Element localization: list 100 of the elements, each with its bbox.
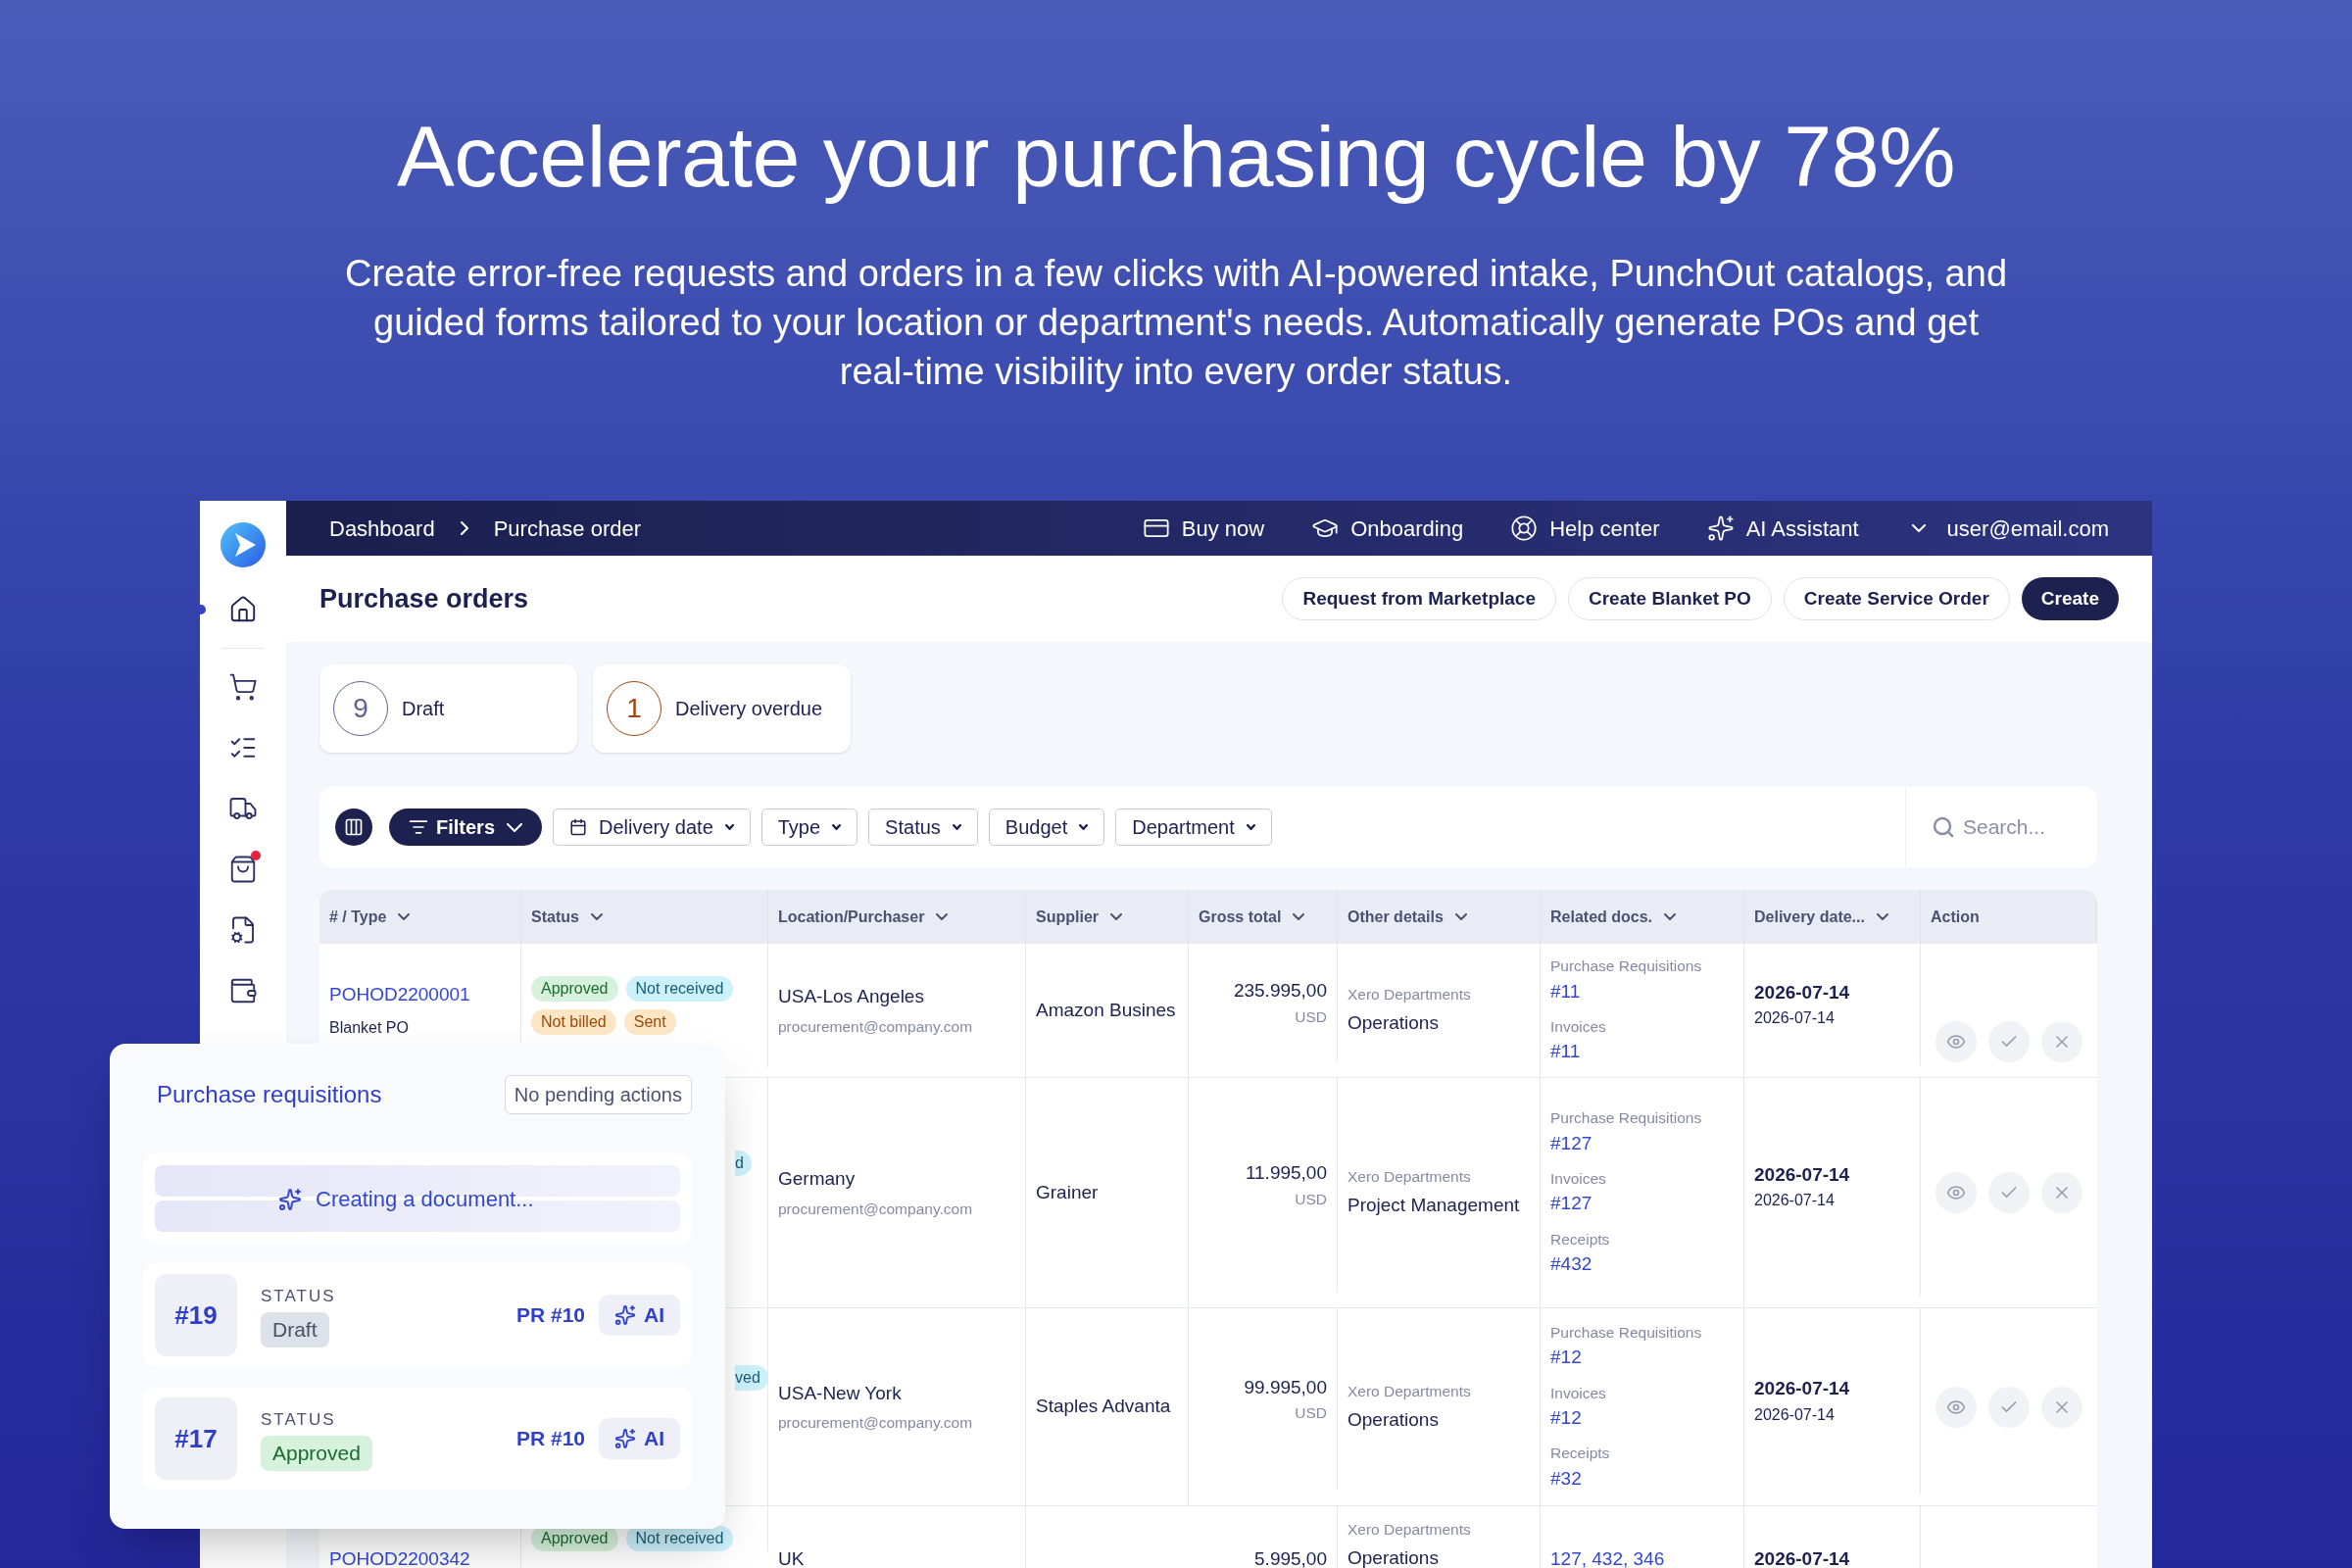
doc-link[interactable]: #432 — [1550, 1250, 1734, 1279]
sort-icon — [1110, 913, 1122, 920]
loading-message: Creating a document... — [316, 1186, 534, 1213]
order-link[interactable]: POHOD2200342 — [329, 1545, 511, 1568]
reject-button[interactable] — [2041, 1020, 2082, 1062]
column-header[interactable]: Status — [531, 905, 603, 929]
requisition-number: #19 — [155, 1274, 237, 1356]
total-amount: 11.995,00 — [1245, 1161, 1327, 1186]
doc-label: Invoices — [1550, 1169, 1607, 1190]
column-header[interactable]: Delivery date... — [1754, 905, 1888, 929]
column-header[interactable]: Related docs. — [1550, 905, 1677, 929]
department-text: Project Management — [1348, 1194, 1521, 1218]
department-text: Operations — [1348, 1546, 1440, 1568]
action-button[interactable]: Request from Marketplace — [1282, 577, 1556, 620]
delivery-date: 2026-07-14 — [1754, 1377, 1851, 1401]
user-email[interactable]: user@email.com — [1946, 512, 2109, 545]
doc-link[interactable]: #32 — [1550, 1464, 1734, 1494]
sort-icon — [936, 913, 949, 920]
stat-card[interactable]: 1 Delivery overdue — [593, 664, 851, 753]
eye-icon — [1946, 1183, 1966, 1202]
nav-link[interactable]: Buy now — [1142, 512, 1265, 545]
requisition-item[interactable]: #17 STATUS Approved PR #10 AI — [143, 1387, 692, 1491]
action-button[interactable]: Create Service Order — [1783, 577, 2010, 620]
order-link[interactable]: POHOD2200001 — [329, 980, 511, 1009]
column-header[interactable]: Gross total — [1199, 905, 1305, 929]
nav-link[interactable]: AI Assistant — [1706, 512, 1859, 545]
action-button[interactable]: Create — [2021, 577, 2119, 620]
sort-icon — [1454, 913, 1467, 920]
calendar-icon — [569, 818, 588, 836]
doc-label: Purchase Requisitions — [1550, 1322, 1703, 1343]
column-header[interactable]: Location/Purchaser — [778, 905, 949, 929]
status-label: STATUS — [261, 1408, 336, 1431]
department-text: Operations — [1348, 1011, 1440, 1036]
stat-label: Draft — [402, 697, 445, 721]
ai-button[interactable]: AI — [599, 1295, 680, 1336]
doc-link[interactable]: #12 — [1550, 1403, 1734, 1433]
pr-link[interactable]: PR #10 — [515, 1423, 585, 1454]
pending-badge: No pending actions — [504, 1075, 692, 1114]
bag-icon — [228, 855, 258, 884]
pr-link[interactable]: PR #10 — [515, 1299, 585, 1331]
doc-link[interactable]: #127 — [1550, 1190, 1734, 1218]
currency-text: USD — [1295, 1006, 1327, 1027]
caret-icon — [952, 824, 961, 830]
action-button[interactable]: Create Blanket PO — [1568, 577, 1772, 620]
columns-icon — [344, 817, 364, 837]
doc-label: Invoices — [1550, 1017, 1607, 1037]
requisition-number: #17 — [155, 1397, 237, 1480]
filter-dropdown[interactable]: Type — [760, 808, 858, 846]
columns-button[interactable] — [335, 808, 372, 846]
column-header[interactable]: # / Type — [329, 905, 411, 929]
chevron-down-icon — [507, 822, 523, 832]
delivery-date: 2026-07-14 — [1754, 1162, 1851, 1187]
ai-button[interactable]: AI — [599, 1418, 680, 1459]
filter-dropdown[interactable]: Budget — [988, 808, 1105, 846]
reject-button[interactable] — [2041, 1386, 2082, 1428]
reject-button[interactable] — [2041, 1172, 2082, 1213]
doc-link[interactable]: #11 — [1550, 977, 1734, 1005]
currency-text: USD — [1295, 1189, 1327, 1209]
column-header[interactable]: Supplier — [1036, 905, 1122, 929]
filter-dropdown[interactable]: Department — [1115, 808, 1272, 846]
sort-icon — [1664, 913, 1677, 920]
search-field[interactable]: Search... — [1963, 811, 2081, 843]
requisition-item[interactable]: #19 STATUS Draft PR #10 AI — [143, 1263, 692, 1367]
breadcrumb-link[interactable]: Purchase order — [493, 512, 642, 545]
sort-icon — [1876, 913, 1888, 920]
doc-link[interactable]: #127 — [1550, 1129, 1734, 1158]
status-label: STATUS — [261, 1285, 336, 1307]
delivery-date-secondary: 2026-07-14 — [1754, 1191, 1836, 1211]
filters-button[interactable]: Filters — [389, 808, 543, 846]
email-text: procurement@company.com — [778, 1199, 974, 1219]
doc-link[interactable]: #11 — [1550, 1038, 1734, 1066]
breadcrumb-link[interactable]: Dashboard — [329, 512, 435, 545]
caret-icon — [724, 824, 734, 830]
caret-icon — [1079, 824, 1089, 830]
view-button[interactable] — [1936, 1020, 1977, 1062]
doc-link[interactable]: 127, 432, 346 — [1550, 1545, 1734, 1568]
sparkles-icon — [614, 1304, 636, 1326]
column-header[interactable]: Other details — [1348, 905, 1467, 929]
logo-icon[interactable] — [220, 522, 266, 567]
home-icon — [228, 595, 258, 624]
nav-link[interactable]: Onboarding — [1311, 512, 1464, 545]
doc-label: Invoices — [1550, 1383, 1607, 1403]
supplier-text: Staples Advanta — [1036, 1395, 1171, 1419]
chevron-down-icon — [1911, 524, 1926, 532]
column-header[interactable]: Action — [1931, 905, 1980, 929]
doc-label: Purchase Requisitions — [1550, 956, 1703, 977]
lifebuoy-icon — [1510, 514, 1539, 542]
page-title: Purchase orders — [319, 582, 529, 615]
location-text: USA-New York — [778, 1381, 903, 1405]
card-title: Purchase requisitions — [157, 1080, 382, 1109]
view-button[interactable] — [1936, 1386, 1977, 1428]
status-tag: ved — [735, 1364, 768, 1391]
filter-dropdown[interactable]: Status — [868, 808, 978, 846]
department-text: Operations — [1348, 1407, 1440, 1432]
view-button[interactable] — [1936, 1172, 1977, 1213]
doc-link[interactable]: #12 — [1550, 1344, 1734, 1372]
location-text: UK — [778, 1547, 806, 1568]
nav-link[interactable]: Help center — [1510, 512, 1660, 545]
filter-dropdown[interactable]: Delivery date — [553, 808, 751, 846]
stat-card[interactable]: 9 Draft — [319, 664, 577, 753]
